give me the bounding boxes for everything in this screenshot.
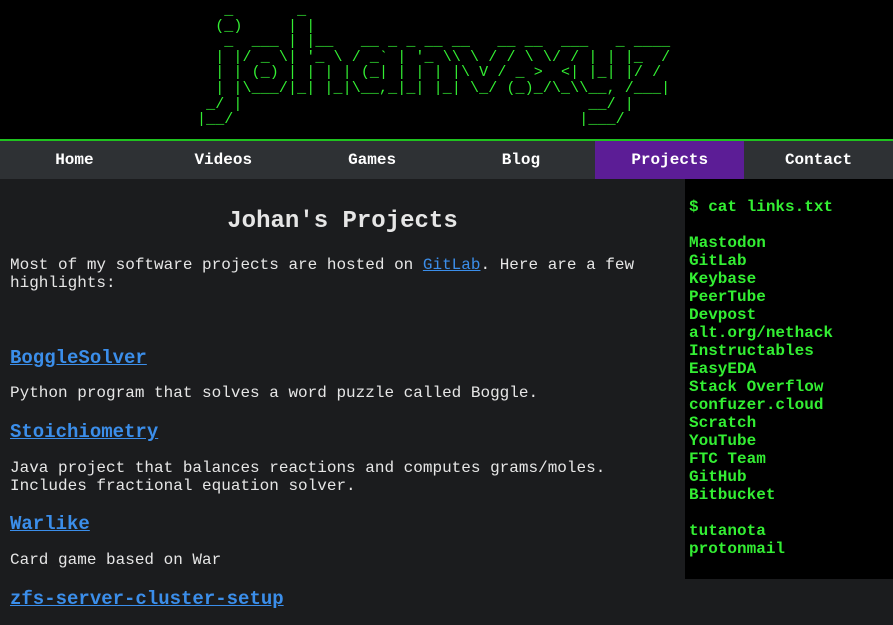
nav-projects[interactable]: Projects [595,141,745,179]
link-bitbucket[interactable]: Bitbucket [689,486,893,504]
project-link-zfs-server-cluster-setup[interactable]: zfs-server-cluster-setup [10,588,284,610]
nav-videos[interactable]: Videos [149,141,298,179]
link-peertube[interactable]: PeerTube [689,288,893,306]
ascii-logo: _ _ (_) | | _ ___ | |__ __ _ _ __ __ __ … [197,2,671,129]
project-link-warlike[interactable]: Warlike [10,513,90,535]
project-description: Python program that solves a word puzzle… [10,384,539,402]
project-link-bogglesolver[interactable]: BoggleSolver [10,347,147,369]
link-nethack[interactable]: alt.org/nethack [689,324,893,342]
project-bogglesolver: BoggleSolver Python program that solves … [10,346,675,402]
link-gitlab[interactable]: GitLab [689,252,893,270]
link-devpost[interactable]: Devpost [689,306,893,324]
page-title: Johan's Projects [227,208,458,235]
link-keybase[interactable]: Keybase [689,270,893,288]
page-layout: Johan's Projects Most of my software pro… [0,179,893,625]
link-stack-overflow[interactable]: Stack Overflow [689,378,893,396]
project-zfs-server-cluster-setup: zfs-server-cluster-setup [10,587,675,611]
nav-games[interactable]: Games [298,141,447,179]
nav-contact[interactable]: Contact [744,141,893,179]
link-scratch[interactable]: Scratch [689,414,893,432]
project-stoichiometry: Stoichiometry Java project that balances… [10,420,675,495]
gitlab-link[interactable]: GitLab [423,256,481,274]
links-sidebar: $ cat links.txt Mastodon GitLab Keybase … [685,179,893,579]
link-mastodon[interactable]: Mastodon [689,234,893,252]
project-description: Card game based on War [10,551,222,569]
project-description: Java project that balances reactions and… [10,459,606,495]
link-confuzer-cloud[interactable]: confuzer.cloud [689,396,893,414]
link-youtube[interactable]: YouTube [689,432,893,450]
terminal-prompt: $ cat links.txt [689,198,834,216]
project-link-stoichiometry[interactable]: Stoichiometry [10,421,158,443]
site-banner: _ _ (_) | | _ ___ | |__ __ _ _ __ __ __ … [0,0,893,141]
link-ftc-team[interactable]: FTC Team [689,450,893,468]
intro-paragraph: Most of my software projects are hosted … [10,256,675,292]
link-instructables[interactable]: Instructables [689,342,893,360]
main-nav: Home Videos Games Blog Projects Contact [0,141,893,179]
nav-blog[interactable]: Blog [446,141,595,179]
project-warlike: Warlike Card game based on War [10,512,675,569]
intro-text-before: Most of my software projects are hosted … [10,256,423,274]
link-easyeda[interactable]: EasyEDA [689,360,893,378]
nav-home[interactable]: Home [0,141,149,179]
link-github[interactable]: GitHub [689,468,893,486]
main-content: Johan's Projects Most of my software pro… [10,179,675,611]
link-tutanota[interactable]: tutanota [689,522,893,540]
link-protonmail[interactable]: protonmail [689,540,893,558]
